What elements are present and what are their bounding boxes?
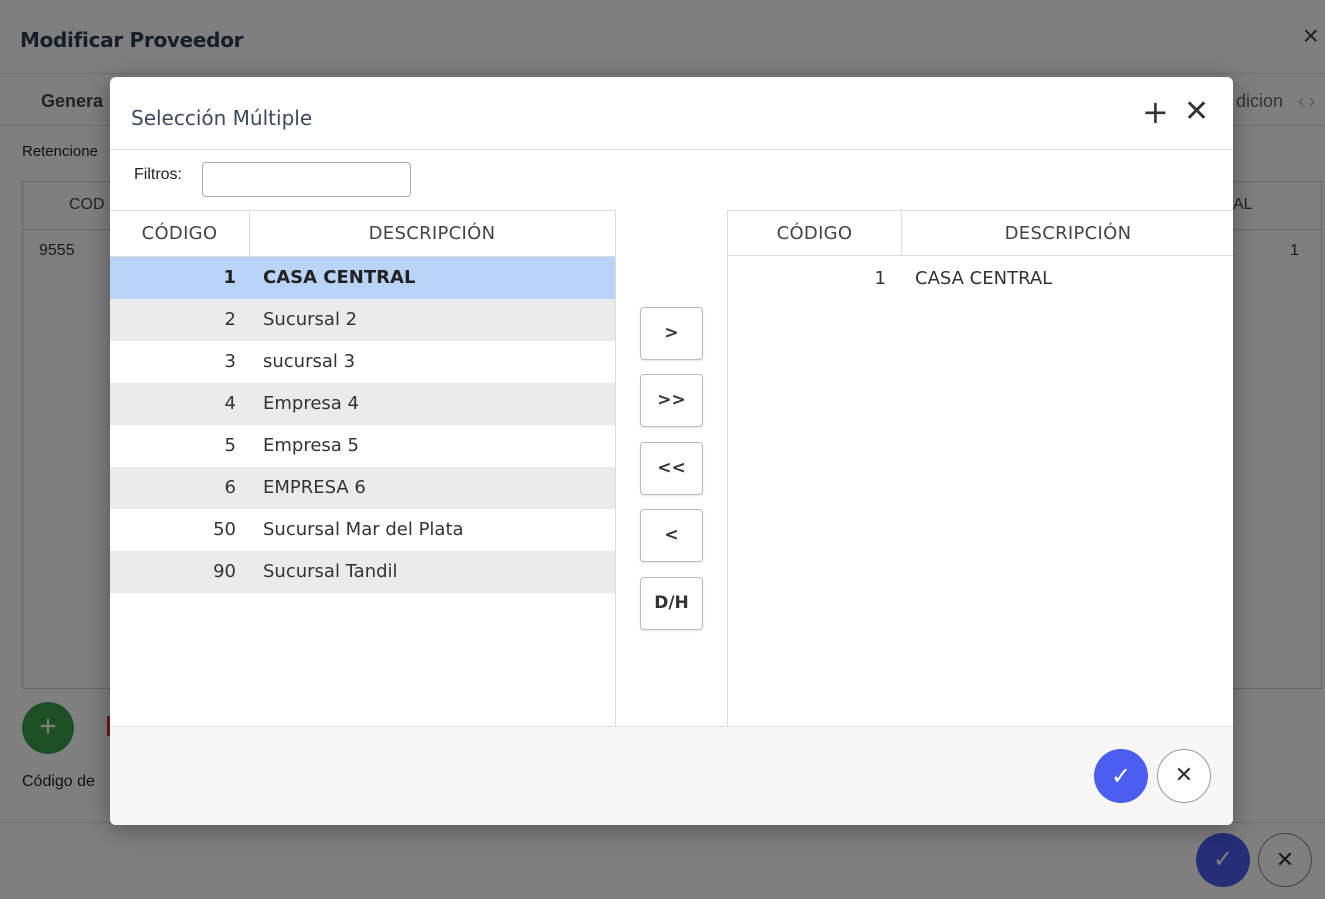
table-row[interactable]: 50 Sucursal Mar del Plata <box>110 509 615 551</box>
row-code: 4 <box>224 393 236 414</box>
header-descripcion[interactable]: DESCRIPCIÓN <box>250 211 614 256</box>
table-row[interactable]: 4 Empresa 4 <box>110 383 615 425</box>
table-row[interactable]: 90 Sucursal Tandil <box>110 551 615 593</box>
row-code: 1 <box>223 267 236 288</box>
remove-all-button[interactable]: << <box>640 442 703 495</box>
row-code: 50 <box>213 519 236 540</box>
multiple-selection-modal: Selección Múltiple + ✕ Filtros: CÓDIGO D… <box>110 77 1233 825</box>
row-description: Empresa 4 <box>263 393 359 414</box>
row-description: Sucursal Tandil <box>263 561 398 582</box>
row-description: Sucursal Mar del Plata <box>263 519 464 540</box>
table-row[interactable]: 2 Sucursal 2 <box>110 299 615 341</box>
row-description: sucursal 3 <box>263 351 356 372</box>
row-code: 5 <box>224 435 236 456</box>
table-row[interactable]: 1 CASA CENTRAL <box>110 257 615 299</box>
plus-icon[interactable]: + <box>1142 96 1169 128</box>
row-description: CASA CENTRAL <box>915 268 1053 289</box>
filter-input[interactable] <box>202 162 411 197</box>
row-code: 2 <box>224 309 236 330</box>
modal-title: Selección Múltiple <box>131 106 313 130</box>
close-icon[interactable]: ✕ <box>1184 97 1209 127</box>
table-row[interactable]: 1 CASA CENTRAL <box>728 256 1233 298</box>
available-table-rows: 1 CASA CENTRAL 2 Sucursal 2 3 sucursal 3… <box>110 257 615 593</box>
row-code: 90 <box>213 561 236 582</box>
available-items-table: CÓDIGO DESCRIPCIÓN 1 CASA CENTRAL 2 Sucu… <box>110 210 616 726</box>
modal-header: Selección Múltiple + ✕ <box>110 77 1233 150</box>
table-row[interactable]: 6 EMPRESA 6 <box>110 467 615 509</box>
header-codigo[interactable]: CÓDIGO <box>110 211 250 256</box>
row-description: Sucursal 2 <box>263 309 358 330</box>
selected-items-table: CÓDIGO DESCRIPCIÓN 1 CASA CENTRAL <box>727 210 1233 726</box>
row-description: Empresa 5 <box>263 435 359 456</box>
filter-label: Filtros: <box>134 166 182 183</box>
row-code: 6 <box>224 477 236 498</box>
confirm-button[interactable]: ✓ <box>1094 749 1148 803</box>
selected-table-rows: 1 CASA CENTRAL <box>728 256 1233 298</box>
table-row[interactable]: 5 Empresa 5 <box>110 425 615 467</box>
row-code: 1 <box>874 268 886 289</box>
remove-selected-button[interactable]: < <box>640 509 703 562</box>
dh-button[interactable]: D/H <box>640 577 703 630</box>
move-selected-button[interactable]: > <box>640 307 703 360</box>
move-all-button[interactable]: >> <box>640 374 703 427</box>
header-descripcion[interactable]: DESCRIPCIÓN <box>902 211 1233 256</box>
row-description: EMPRESA 6 <box>263 477 366 498</box>
modal-footer: ✓ ✕ <box>110 726 1233 825</box>
cancel-button[interactable]: ✕ <box>1157 749 1211 803</box>
table-row[interactable]: 3 sucursal 3 <box>110 341 615 383</box>
row-code: 3 <box>224 351 236 372</box>
selected-table-header: CÓDIGO DESCRIPCIÓN <box>728 211 1233 256</box>
available-table-header: CÓDIGO DESCRIPCIÓN <box>110 211 615 257</box>
row-description: CASA CENTRAL <box>263 267 416 288</box>
header-codigo[interactable]: CÓDIGO <box>728 211 902 256</box>
